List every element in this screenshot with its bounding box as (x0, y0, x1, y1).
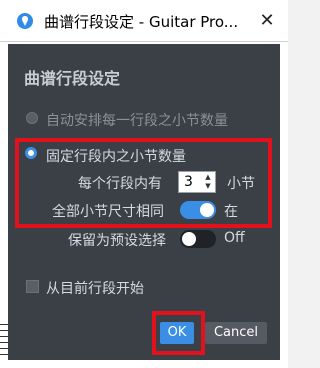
same-size-state: 在 (224, 204, 238, 220)
save-default-toggle[interactable] (180, 230, 216, 248)
fixed-bars-label: 固定行段内之小节数量 (46, 149, 186, 165)
start-from-current-label: 从目前行段开始 (46, 281, 144, 297)
save-default-state: Off (224, 230, 245, 246)
bars-per-system-value[interactable]: 3 (184, 174, 193, 190)
toggle-knob (182, 232, 196, 246)
start-from-current-checkbox[interactable] (26, 280, 39, 293)
bars-per-system-suffix: 小节 (227, 176, 255, 192)
cancel-button[interactable]: Cancel (205, 322, 267, 344)
same-size-label: 全部小节尺寸相同 (52, 204, 164, 220)
background-score (0, 318, 8, 368)
guitar-pro-icon (17, 13, 33, 29)
auto-bars-label: 自动安排每一行段之小节数量 (46, 113, 228, 129)
stepper-arrows[interactable]: ▲ ▼ (203, 173, 213, 191)
close-button[interactable]: ✕ (255, 9, 279, 33)
save-default-label: 保留为预设选择 (68, 233, 166, 249)
fixed-bars-radio[interactable] (25, 147, 37, 159)
bars-per-system-stepper[interactable]: 3 ▲ ▼ (178, 171, 216, 193)
auto-bars-radio[interactable] (26, 112, 38, 124)
same-size-toggle[interactable] (180, 201, 216, 219)
dialog-window: 曲谱行段设定 - Guitar Pro... ✕ 曲谱行段设定 自动安排每一行段… (0, 0, 288, 368)
bars-per-system-prefix: 每个行段内有 (78, 176, 162, 192)
chevron-down-icon[interactable]: ▼ (203, 182, 213, 191)
title-bar: 曲谱行段设定 - Guitar Pro... ✕ (0, 0, 288, 42)
toggle-knob (200, 203, 214, 217)
window-title: 曲谱行段设定 - Guitar Pro... (44, 13, 239, 31)
ok-button[interactable]: OK (160, 322, 194, 344)
dialog-heading: 曲谱行段设定 (24, 69, 121, 88)
chevron-up-icon[interactable]: ▲ (203, 173, 213, 182)
dialog-body: 曲谱行段设定 自动安排每一行段之小节数量 固定行段内之小节数量 每个行段内有 3… (8, 44, 280, 360)
